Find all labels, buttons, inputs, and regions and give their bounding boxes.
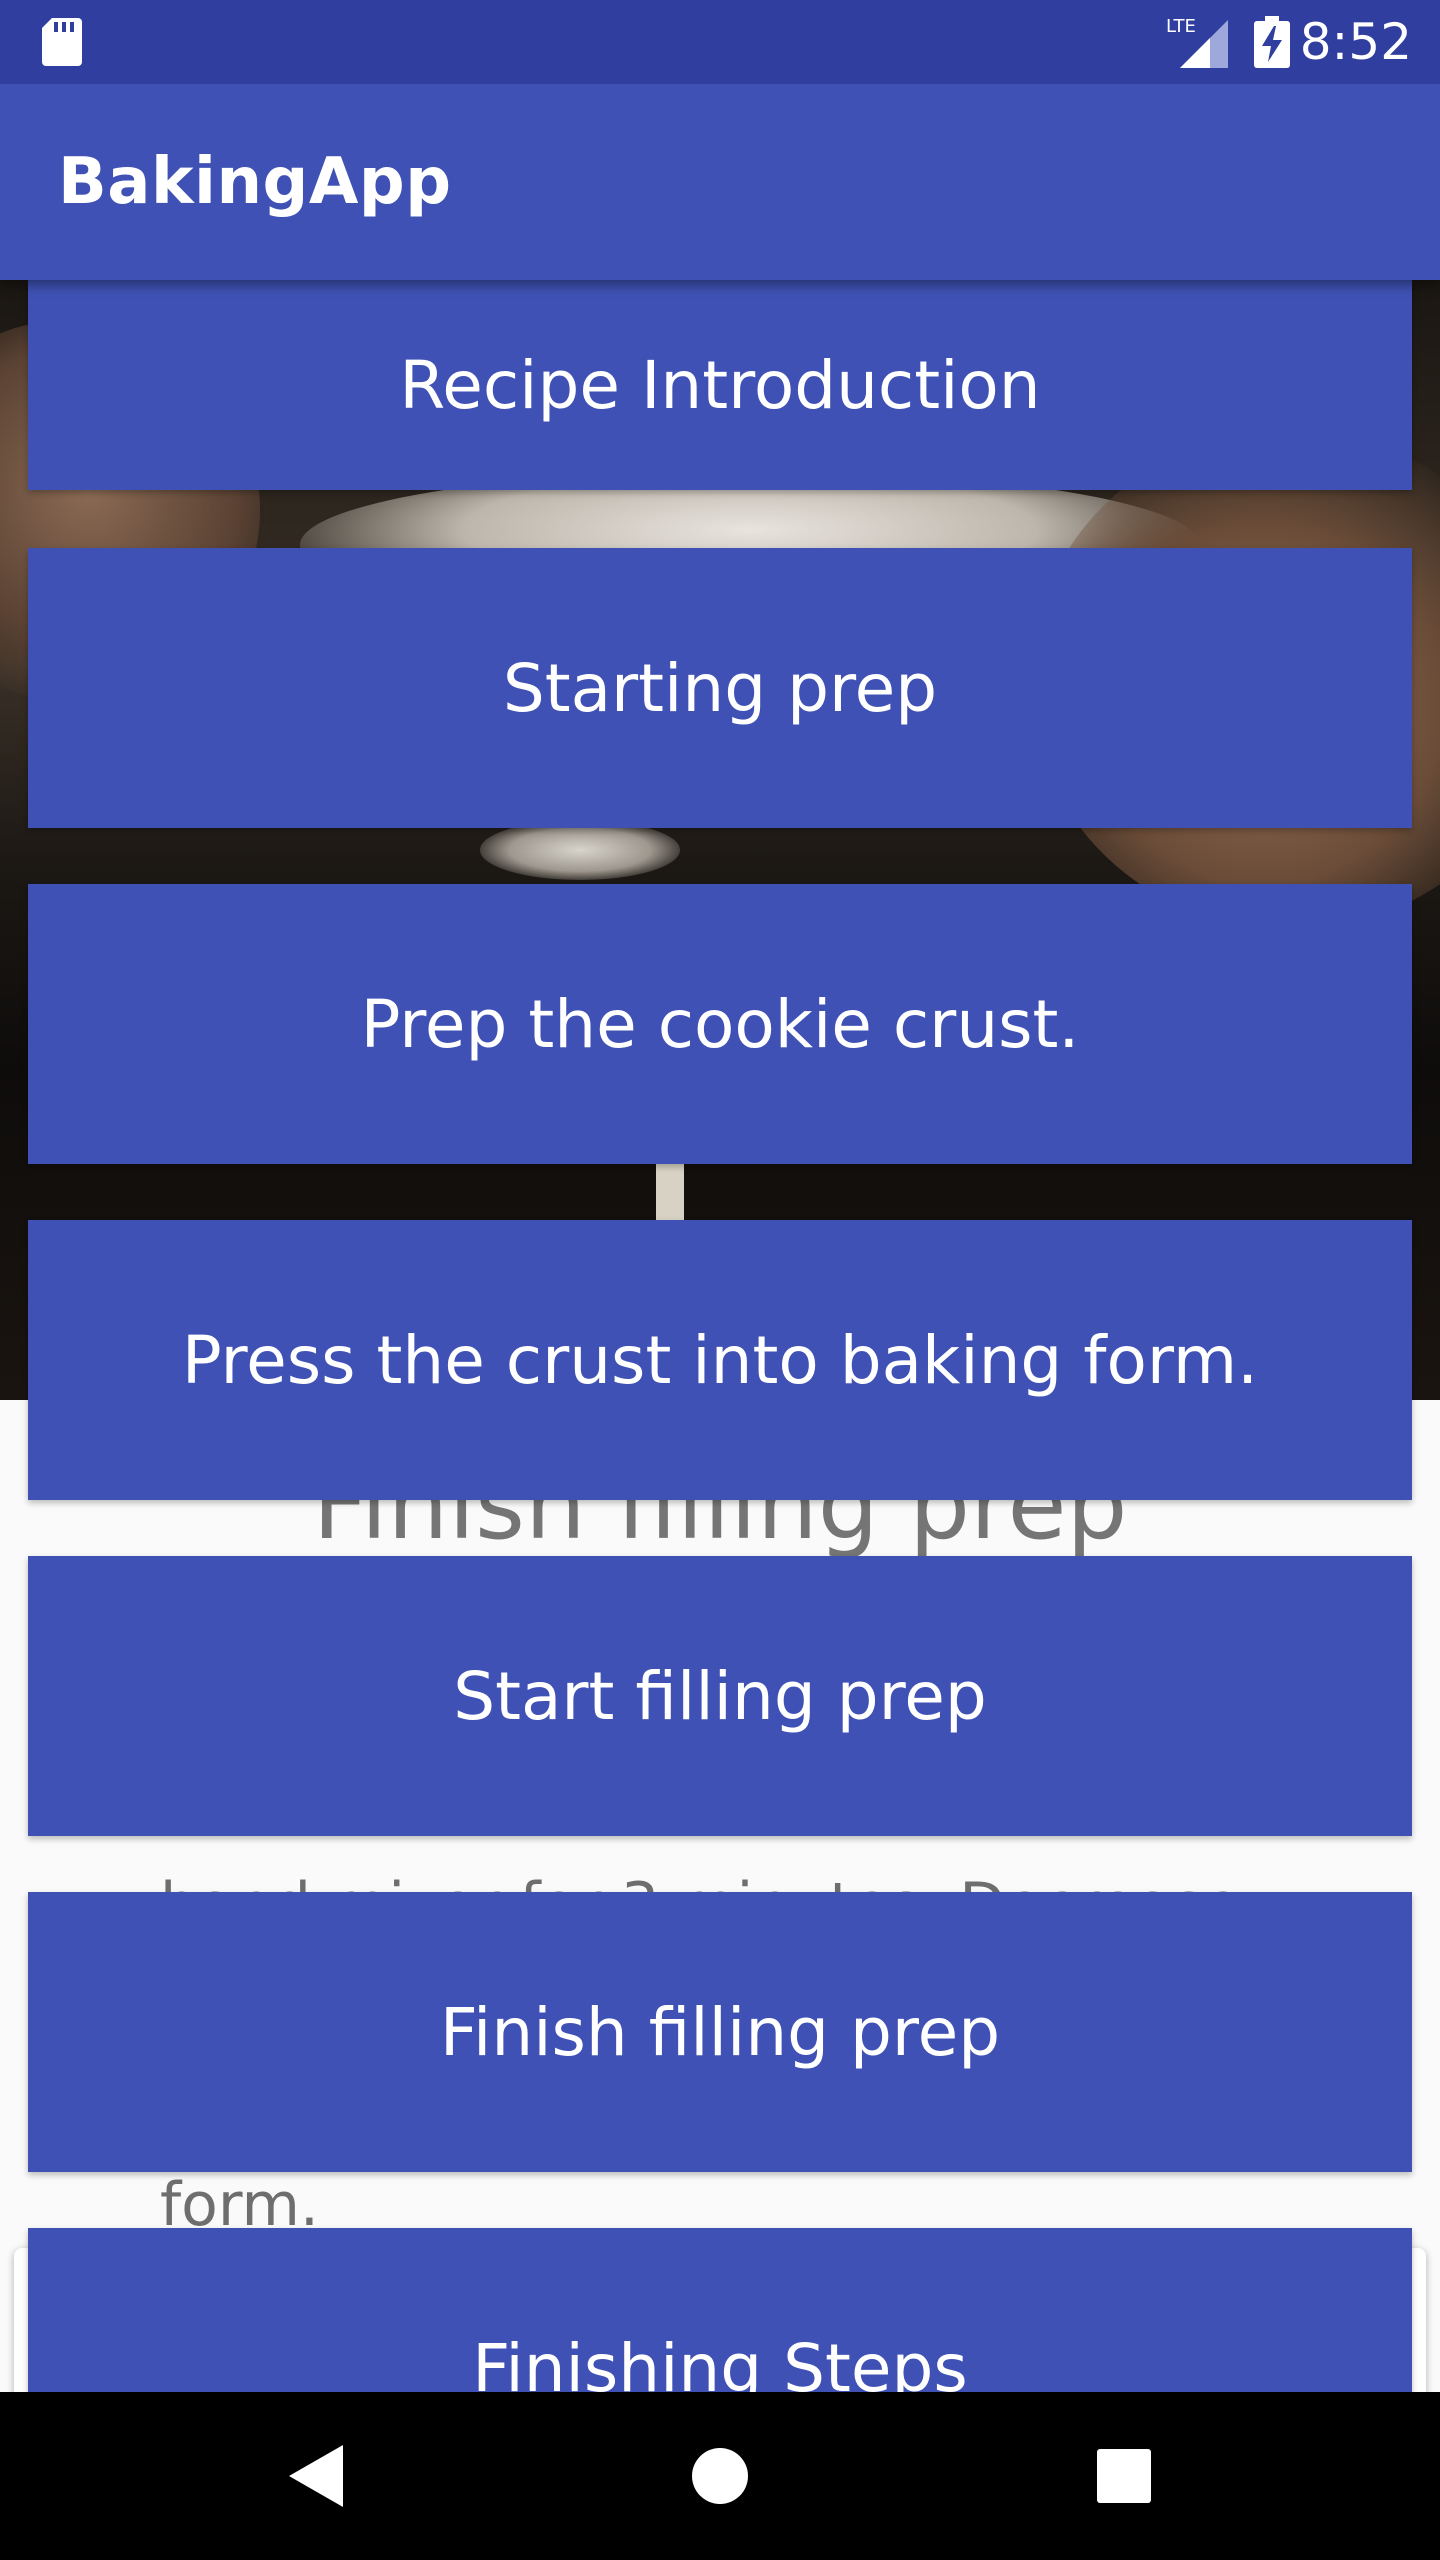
video-spoon (480, 820, 680, 880)
home-icon (692, 2448, 748, 2504)
screen: LTE 8:52 BakingApp Finish filling prep h… (0, 0, 1440, 2560)
back-icon (289, 2445, 343, 2507)
nav-home-button[interactable] (600, 2392, 840, 2560)
signal-icon: LTE (1166, 16, 1228, 68)
step-button-start-filling-prep[interactable]: Start filling prep (28, 1556, 1412, 1836)
status-bar: LTE 8:52 (0, 0, 1440, 84)
sd-card-icon (42, 18, 82, 66)
nav-recents-button[interactable] (1004, 2392, 1244, 2560)
system-navigation-bar (0, 2392, 1440, 2560)
step-button-starting-prep[interactable]: Starting prep (28, 548, 1412, 828)
step-button-press-crust[interactable]: Press the crust into baking form. (28, 1220, 1412, 1500)
battery-charging-icon (1254, 16, 1290, 68)
status-clock: 8:52 (1299, 13, 1412, 71)
network-type-label: LTE (1166, 16, 1196, 37)
app-bar: BakingApp (0, 84, 1440, 280)
nav-back-button[interactable] (196, 2392, 436, 2560)
app-title: BakingApp (58, 145, 452, 219)
step-button-recipe-introduction[interactable]: Recipe Introduction (28, 280, 1412, 490)
step-button-finish-filling-prep[interactable]: Finish filling prep (28, 1892, 1412, 2172)
recents-icon (1097, 2449, 1151, 2503)
step-button-prep-cookie-crust[interactable]: Prep the cookie crust. (28, 884, 1412, 1164)
